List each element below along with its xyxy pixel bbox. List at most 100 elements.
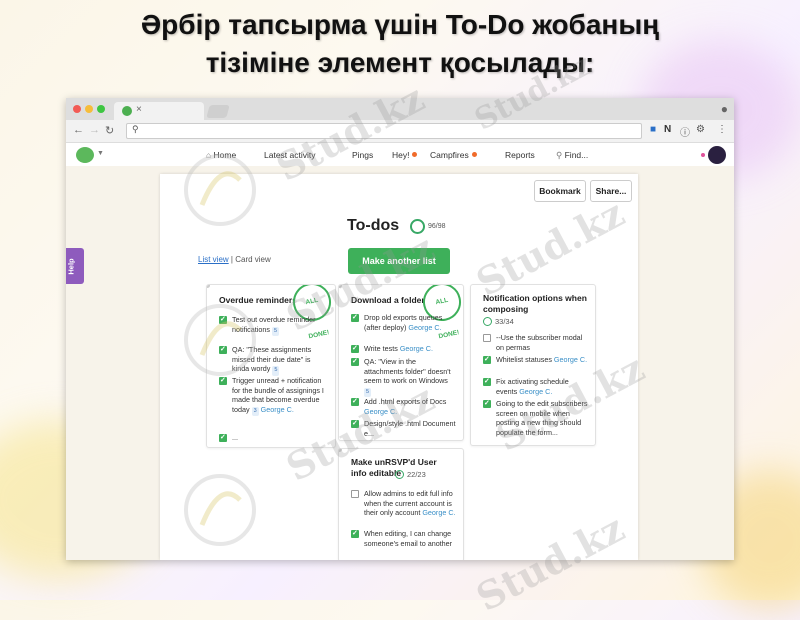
nav-campfires[interactable]: Campfires	[430, 150, 477, 160]
todo-list-card[interactable]: Download a folder ALL DONE! ✓ Drop old ex…	[338, 284, 464, 441]
nav-home[interactable]: ⌂ Home	[206, 150, 236, 160]
extension-icon[interactable]: ■	[650, 124, 656, 135]
make-another-list-button[interactable]: Make another list	[348, 248, 450, 274]
todo-checkbox[interactable]: ✓	[219, 316, 227, 324]
todo-checkbox[interactable]: ✓	[351, 420, 359, 428]
check-icon: ✓	[220, 434, 226, 441]
page-title: To-dos	[347, 217, 400, 234]
account-icon[interactable]: ●	[721, 102, 728, 116]
todo-checkbox[interactable]: ✓	[219, 434, 227, 442]
check-icon: ✓	[220, 377, 226, 384]
menu-icon[interactable]: ⋮	[717, 124, 727, 135]
comment-count-badge: 3	[251, 406, 259, 417]
todo-checkbox[interactable]: ✓	[483, 356, 491, 364]
notification-dot-icon	[701, 153, 705, 157]
todo-checkbox[interactable]: ✓	[483, 378, 491, 386]
search-icon: ⚲	[556, 150, 563, 160]
list-title[interactable]: Overdue reminders	[219, 295, 297, 306]
share-button[interactable]: Share...	[590, 180, 632, 202]
view-switcher: List view | Card view	[198, 255, 271, 264]
list-view-link[interactable]: List view	[198, 255, 229, 264]
check-icon: ✓	[220, 346, 226, 353]
drag-handle[interactable]	[207, 285, 210, 288]
url-input[interactable]: ⚲	[126, 123, 642, 139]
progress-ring-icon	[483, 317, 492, 326]
check-icon: ✓	[352, 358, 358, 365]
n-extension-icon[interactable]: N	[664, 124, 671, 135]
basecamp-logo-icon[interactable]	[76, 147, 94, 163]
todo-checkbox[interactable]: ✓	[351, 358, 359, 366]
todo-checkbox[interactable]	[351, 490, 359, 498]
list-title[interactable]: Download a folder	[351, 295, 425, 306]
minimize-window-icon[interactable]	[85, 105, 93, 113]
chevron-down-icon[interactable]: ▼	[97, 150, 104, 157]
todo-list-card[interactable]: Overdue reminders ALL DONE! ✓ Test out ov…	[206, 284, 336, 448]
drag-handle[interactable]	[339, 285, 342, 288]
assignee[interactable]: George C.	[364, 407, 397, 416]
app-navigation: ▼ ⌂ Home Latest activity Pings Hey! Camp…	[66, 143, 734, 168]
nav-hey[interactable]: Hey!	[392, 150, 418, 160]
new-tab-button[interactable]	[206, 105, 230, 118]
card-view-link[interactable]: Card view	[235, 255, 271, 264]
home-icon: ⌂	[206, 150, 212, 160]
assignee[interactable]: George C.	[261, 405, 294, 414]
assignee[interactable]: George C.	[408, 323, 441, 332]
basecamp-favicon-icon	[122, 106, 132, 116]
check-icon: ✓	[220, 316, 226, 323]
check-icon: ✓	[484, 378, 490, 385]
comment-count-badge: 5	[272, 366, 280, 376]
bookmark-button[interactable]: Bookmark	[534, 180, 586, 202]
check-icon: ✓	[484, 400, 490, 407]
slide-title-line-2: тізіміне элемент қосылады:	[205, 47, 595, 78]
drag-handle[interactable]	[339, 449, 342, 452]
assignee[interactable]: George C.	[400, 344, 433, 353]
check-icon: ✓	[352, 420, 358, 427]
forward-icon[interactable]: →	[89, 124, 100, 136]
browser-tab[interactable]: ×	[114, 102, 204, 120]
address-bar-row: ← → ↻ ⚲ ■ N ⓘ ⚙ ⋮	[66, 120, 734, 143]
todo-checkbox[interactable]: ✓	[219, 377, 227, 385]
close-window-icon[interactable]	[73, 105, 81, 113]
todo-list-card[interactable]: Notification options when composing 33/3…	[470, 284, 596, 446]
todo-checkbox[interactable]: ✓	[483, 400, 491, 408]
nav-reports[interactable]: Reports	[505, 150, 535, 160]
progress-count: 96/98	[428, 223, 446, 230]
todo-checkbox[interactable]: ✓	[351, 345, 359, 353]
unread-dot-icon	[412, 152, 418, 157]
nav-pings[interactable]: Pings	[352, 150, 373, 160]
todo-checkbox[interactable]	[483, 334, 491, 342]
nav-latest-activity[interactable]: Latest activity	[264, 150, 316, 160]
todo-checkbox[interactable]: ✓	[351, 314, 359, 322]
comment-count-badge: 5	[364, 387, 372, 398]
settings-icon[interactable]: ⚙	[696, 124, 705, 135]
todos-page: Bookmark Share... To-dos 96/98 Make anot…	[160, 174, 638, 560]
tab-close-icon[interactable]: ×	[136, 104, 142, 115]
search-icon: ⚲	[132, 124, 139, 134]
todo-checkbox[interactable]: ✓	[351, 530, 359, 538]
back-icon[interactable]: ←	[73, 124, 84, 136]
browser-window: × ● ← → ↻ ⚲ ■ N ⓘ ⚙ ⋮ ▼ ⌂ Home Latest ac…	[66, 98, 734, 560]
info-icon[interactable]: ⓘ	[680, 124, 690, 139]
todo-checkbox[interactable]: ✓	[351, 398, 359, 406]
browser-tab-bar: × ●	[66, 98, 734, 120]
assignee[interactable]: George C.	[554, 355, 587, 364]
list-progress: 22/23	[407, 470, 426, 479]
progress-ring-icon	[395, 470, 404, 479]
unread-dot-icon	[471, 152, 477, 157]
slide-title: Әрбір тапсырма үшін To-Do жобаның тізімі…	[0, 6, 800, 82]
list-progress: 33/34	[495, 317, 514, 326]
assignee[interactable]: George C.	[422, 508, 455, 517]
list-title[interactable]: Notification options when composing	[483, 293, 587, 315]
todo-checkbox[interactable]: ✓	[219, 346, 227, 354]
check-icon: ✓	[352, 398, 358, 405]
todo-list-card[interactable]: Make unRSVP'd User info editable 22/23 A…	[338, 448, 464, 560]
assignee[interactable]: George C.	[519, 387, 552, 396]
maximize-window-icon[interactable]	[97, 105, 105, 113]
help-tab[interactable]: Help	[66, 248, 84, 284]
reload-icon[interactable]: ↻	[105, 124, 114, 137]
nav-find[interactable]: ⚲ Find...	[556, 150, 588, 161]
avatar[interactable]	[708, 146, 726, 164]
check-icon: ✓	[352, 530, 358, 537]
check-icon: ✓	[484, 356, 490, 363]
check-icon: ✓	[352, 314, 358, 321]
